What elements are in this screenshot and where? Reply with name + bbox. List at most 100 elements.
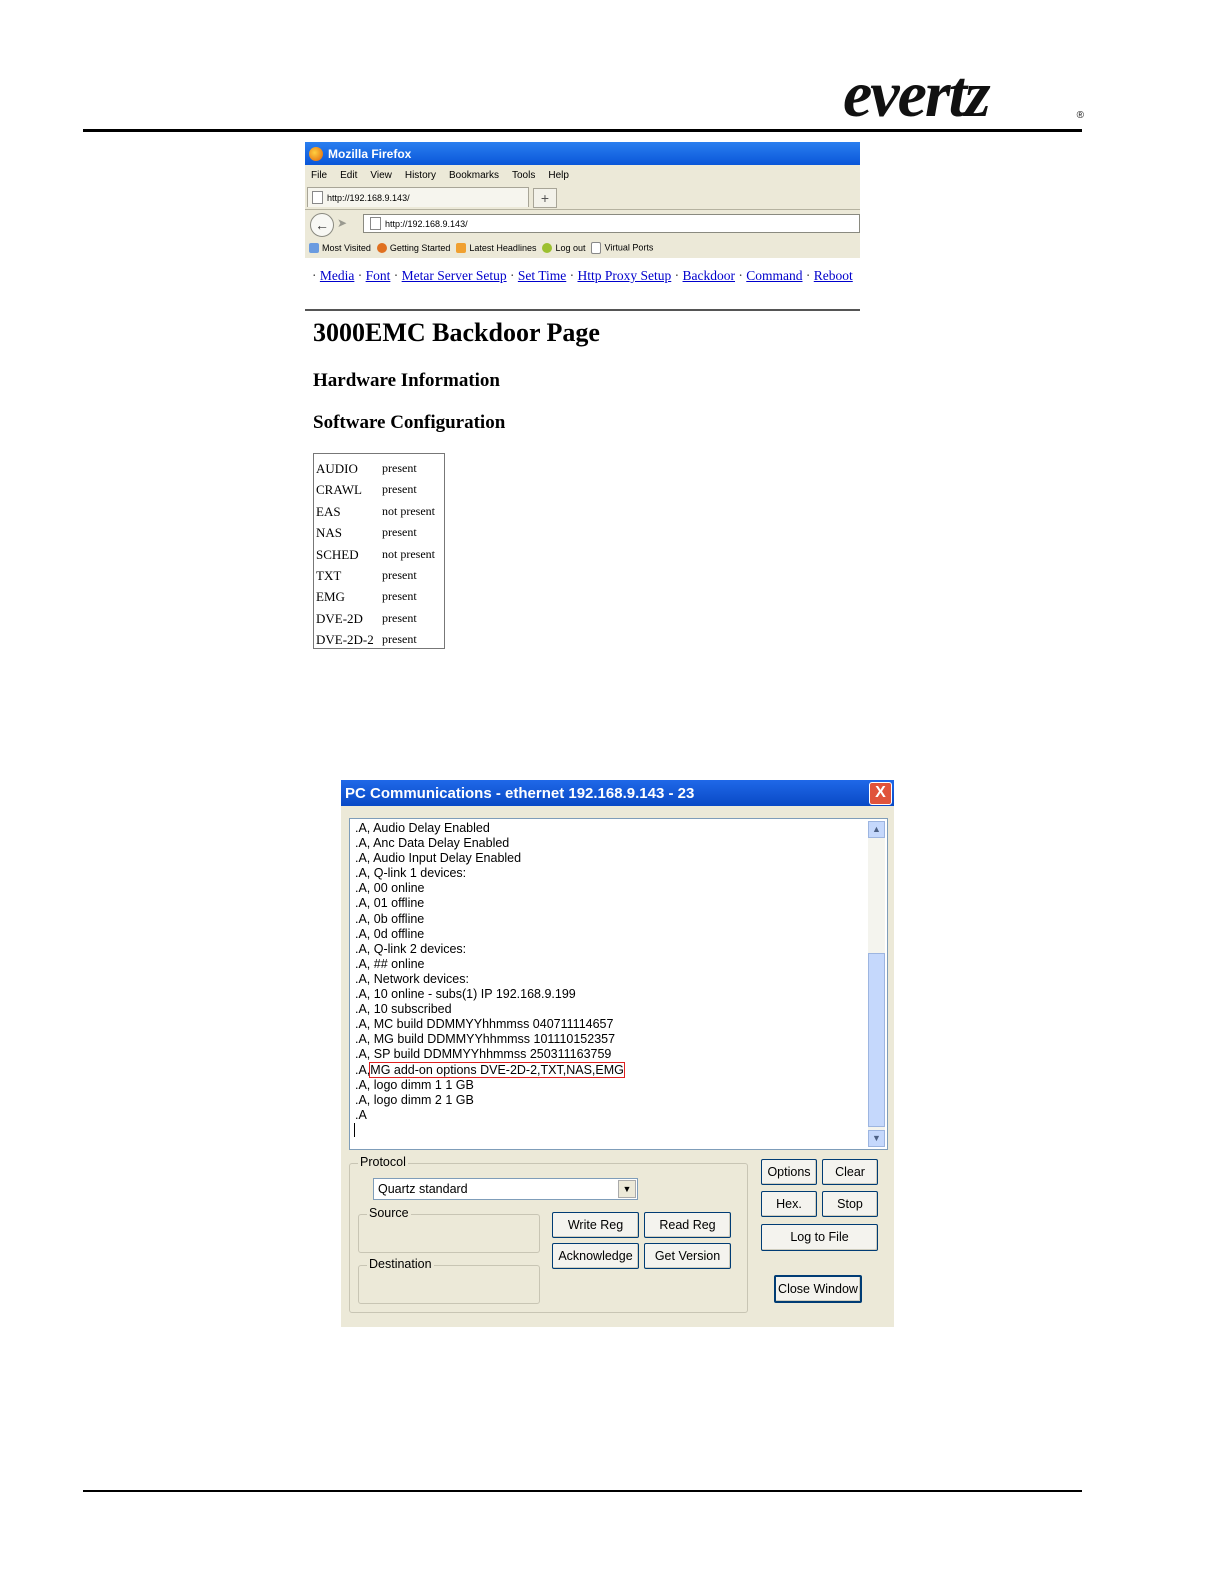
destination-group: Destination: [358, 1257, 540, 1304]
scroll-up-icon[interactable]: ▲: [868, 821, 885, 838]
option-status: present: [382, 461, 417, 475]
get-version-button[interactable]: Get Version: [644, 1243, 731, 1269]
header-rule: [83, 129, 1082, 132]
link-reboot[interactable]: Reboot: [814, 268, 853, 283]
new-tab-button[interactable]: +: [533, 188, 557, 208]
most-visited-icon: [309, 243, 319, 254]
menu-file[interactable]: File: [311, 170, 327, 181]
link-font[interactable]: Font: [366, 268, 391, 283]
menu-bookmarks[interactable]: Bookmarks: [449, 170, 499, 181]
log-out-icon: [542, 243, 553, 254]
scroll-thumb[interactable]: [868, 953, 885, 1127]
software-heading: Software Configuration: [313, 412, 506, 433]
page-icon: [370, 217, 381, 230]
bookmark-virtual-ports[interactable]: Virtual Ports: [591, 242, 653, 254]
option-name: SCHED: [316, 546, 359, 562]
log-line: .A, logo dimm 1 1 GB: [355, 1077, 474, 1092]
log-prefix: .A,: [355, 1062, 371, 1077]
clear-button[interactable]: Clear: [822, 1159, 878, 1185]
log-line: .A, 10 subscribed: [355, 1002, 452, 1017]
page-title: 3000EMC Backdoor Page: [313, 318, 600, 347]
firefox-window: Mozilla Firefox File Edit View History B…: [305, 142, 860, 312]
log-line: .A, MC build DDMMYYhhmmss 040711114657: [355, 1017, 614, 1032]
menu-history[interactable]: History: [405, 170, 436, 181]
protocol-value: Quartz standard: [378, 1182, 468, 1196]
options-button[interactable]: Options: [761, 1159, 817, 1185]
option-status: present: [382, 589, 417, 604]
software-options-table: AUDIO present CRAWL present EAS not present…: [313, 453, 445, 649]
text-caret: [354, 1123, 355, 1137]
option-status: not present: [382, 503, 435, 518]
logo-text: evertz: [843, 58, 991, 131]
page-icon: [591, 242, 602, 254]
log-line: .A, Network devices:: [355, 971, 469, 986]
option-name: TXT: [316, 567, 342, 583]
bookmark-latest-headlines[interactable]: Latest Headlines: [456, 243, 536, 254]
destination-label: Destination: [367, 1257, 434, 1271]
chevron-down-icon[interactable]: ▼: [618, 1180, 636, 1198]
close-icon[interactable]: X: [869, 782, 892, 805]
option-name: CRAWL: [316, 482, 362, 498]
option-name: EMG: [316, 589, 345, 605]
footer-rule: [83, 1490, 1082, 1492]
link-metar-server-setup[interactable]: Metar Server Setup: [402, 268, 507, 283]
address-bar[interactable]: http://192.168.9.143/: [363, 214, 860, 233]
link-media[interactable]: Media: [320, 268, 355, 283]
menu-help[interactable]: Help: [548, 170, 569, 181]
link-http-proxy-setup[interactable]: Http Proxy Setup: [578, 268, 672, 283]
rss-icon: [456, 243, 467, 254]
link-backdoor[interactable]: Backdoor: [683, 268, 735, 283]
log-line: .A, 00 online: [355, 881, 425, 896]
log-line: .A, 10 online - subs(1) IP 192.168.9.199: [355, 987, 576, 1002]
option-status: present: [382, 610, 417, 625]
close-window-button[interactable]: Close Window: [774, 1275, 862, 1303]
back-button[interactable]: ←: [310, 213, 334, 237]
registered-mark: ®: [1076, 110, 1084, 121]
protocol-select[interactable]: Quartz standard ▼: [373, 1178, 638, 1200]
link-set-time[interactable]: Set Time: [518, 268, 566, 283]
read-reg-button[interactable]: Read Reg: [644, 1212, 731, 1238]
protocol-label: Protocol: [358, 1155, 408, 1169]
pc-communications-window: PC Communications - ethernet 192.168.9.1…: [341, 780, 894, 1327]
scroll-down-icon[interactable]: ▼: [868, 1130, 885, 1147]
forward-button[interactable]: ➤: [337, 216, 347, 230]
menu-view[interactable]: View: [370, 170, 392, 181]
table-row: AUDIO present: [314, 458, 444, 479]
page-content: · Media · Font · Metar Server Setup · Se…: [305, 258, 860, 312]
bookmark-getting-started[interactable]: Getting Started: [376, 243, 450, 254]
option-name: DVE-2D: [316, 610, 363, 626]
option-status: not present: [382, 546, 435, 561]
navigation-bar: ← ➤ http://192.168.9.143/: [305, 210, 860, 238]
vertical-scrollbar[interactable]: ▲ ▼: [868, 821, 885, 1147]
log-line: .A, logo dimm 2 1 GB: [355, 1092, 474, 1107]
firefox-icon: [376, 243, 387, 254]
table-row: CRAWL present: [314, 479, 444, 500]
log-to-file-button[interactable]: Log to File: [761, 1224, 878, 1251]
link-command[interactable]: Command: [746, 268, 802, 283]
log-line: .A, Anc Data Delay Enabled: [355, 836, 510, 851]
option-name: DVE-2D-2: [316, 632, 374, 648]
bookmark-most-visited[interactable]: Most Visited: [309, 243, 371, 254]
firefox-titlebar: Mozilla Firefox: [305, 142, 860, 165]
page-divider: [305, 309, 860, 311]
menu-tools[interactable]: Tools: [512, 170, 535, 181]
page-icon: [312, 191, 323, 204]
log-line: .A, Audio Delay Enabled: [355, 821, 490, 835]
table-row: DVE-2D-2 present: [314, 629, 444, 650]
write-reg-button[interactable]: Write Reg: [552, 1212, 639, 1238]
evertz-logo: evertz ®: [843, 62, 1088, 128]
menu-edit[interactable]: Edit: [340, 170, 357, 181]
log-lines: .A, Audio Delay Enabled .A, Anc Data Del…: [355, 821, 625, 1123]
bookmark-log-out[interactable]: Log out: [542, 243, 585, 254]
table-row: EAS not present: [314, 501, 444, 522]
tab-current[interactable]: http://192.168.9.143/: [307, 187, 529, 207]
address-text: http://192.168.9.143/: [385, 218, 468, 229]
log-line: .A, 0d offline: [355, 926, 425, 941]
acknowledge-button[interactable]: Acknowledge: [552, 1243, 639, 1269]
log-output[interactable]: .A, Audio Delay Enabled .A, Anc Data Del…: [349, 818, 888, 1150]
hardware-heading: Hardware Information: [313, 370, 500, 391]
stop-button[interactable]: Stop: [822, 1191, 878, 1217]
option-status: present: [382, 567, 417, 582]
hex-button[interactable]: Hex.: [761, 1191, 817, 1217]
log-line: .A, 01 offline: [355, 896, 425, 911]
